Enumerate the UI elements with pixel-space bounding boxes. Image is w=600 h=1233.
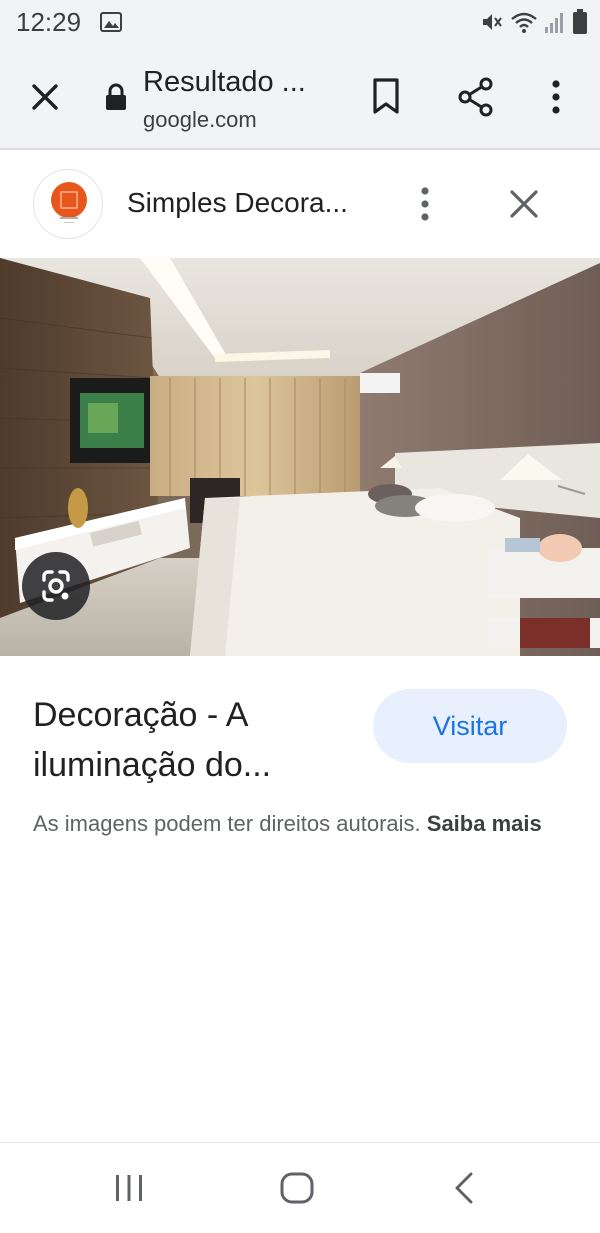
close-icon[interactable] bbox=[26, 78, 64, 116]
lock-icon[interactable] bbox=[104, 83, 128, 111]
more-vert-icon[interactable] bbox=[538, 76, 574, 118]
recents-icon[interactable] bbox=[112, 1173, 146, 1203]
bedroom-photo bbox=[0, 258, 600, 656]
source-logo-image bbox=[51, 182, 87, 223]
copyright-text: As imagens podem ter direitos autorais. bbox=[33, 811, 421, 836]
status-bar: 12:29 bbox=[0, 0, 600, 46]
share-icon[interactable] bbox=[456, 76, 496, 118]
browser-toolbar: Resultado ... google.com bbox=[0, 46, 600, 150]
source-header: Simples Decora... bbox=[0, 152, 600, 256]
mute-icon bbox=[483, 14, 502, 30]
bookmark-icon[interactable] bbox=[368, 76, 404, 116]
more-vert-icon[interactable] bbox=[408, 184, 442, 224]
result-image[interactable] bbox=[0, 258, 600, 656]
visit-button[interactable]: Visitar bbox=[373, 689, 567, 763]
status-time: 12:29 bbox=[16, 7, 82, 37]
signal-icon bbox=[545, 13, 563, 33]
back-icon[interactable] bbox=[452, 1171, 476, 1205]
result-title[interactable]: Decoração - A iluminação do... bbox=[33, 690, 363, 790]
close-icon[interactable] bbox=[505, 185, 543, 223]
source-logo[interactable] bbox=[33, 169, 103, 239]
copyright-notice: As imagens podem ter direitos autorais. … bbox=[33, 808, 573, 840]
system-nav-bar bbox=[0, 1142, 600, 1233]
google-lens-button[interactable] bbox=[22, 552, 90, 620]
google-lens-icon bbox=[42, 570, 70, 602]
wifi-icon bbox=[511, 12, 537, 33]
learn-more-link[interactable]: Saiba mais bbox=[427, 811, 542, 836]
page-domain[interactable]: google.com bbox=[143, 107, 257, 133]
source-name[interactable]: Simples Decora... bbox=[127, 187, 348, 219]
status-icons bbox=[480, 9, 588, 35]
page-title[interactable]: Resultado ... bbox=[143, 66, 306, 99]
home-icon[interactable] bbox=[279, 1171, 315, 1205]
battery-icon bbox=[573, 9, 587, 34]
image-notification-icon bbox=[100, 12, 122, 32]
